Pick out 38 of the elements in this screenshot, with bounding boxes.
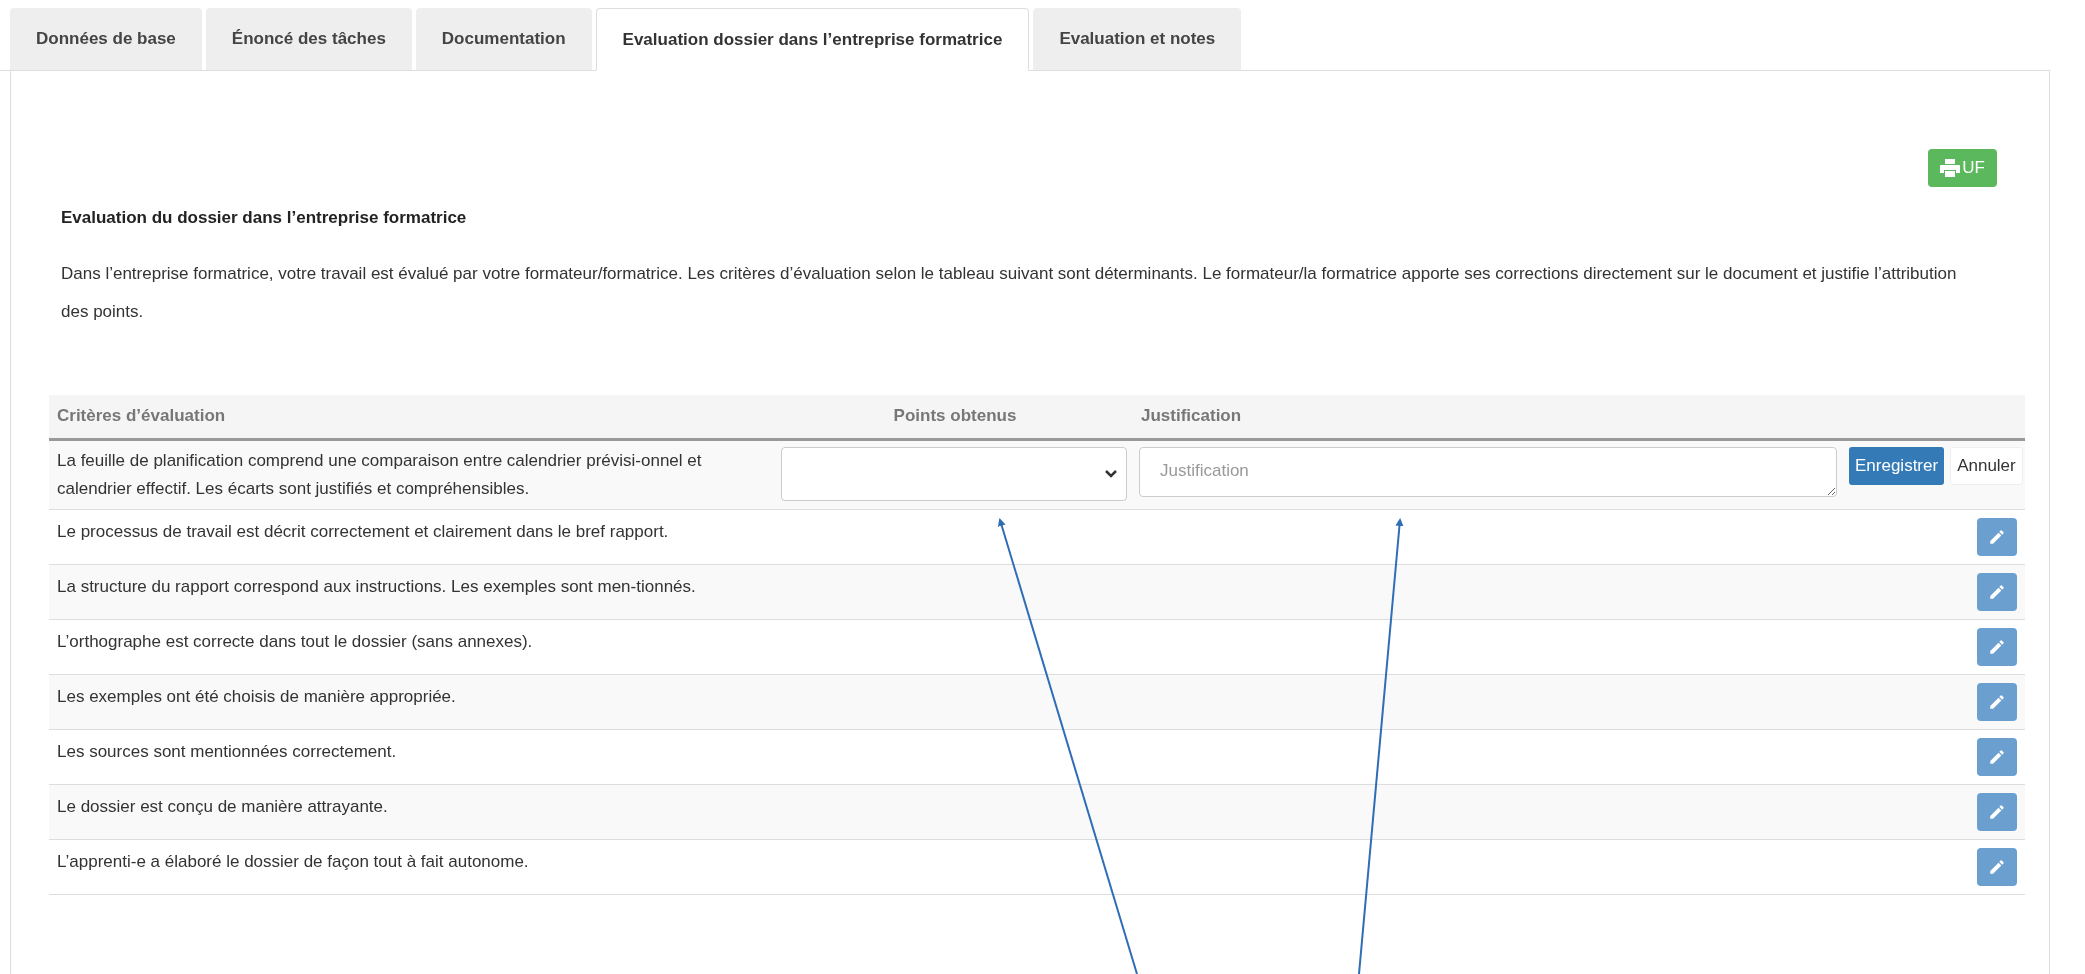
pencil-icon [1988, 747, 2006, 766]
tab[interactable]: Données de base [10, 8, 202, 70]
justification-field[interactable]: Justification [1139, 446, 1837, 497]
column-header: Critères d’évaluation [56, 405, 227, 428]
section-text: Dans l’entreprise formatrice, votre travail est évalué par votre formateur/formatrice. Les critères d’évaluation selon le tableau suivant sont déterminants. Le formateur/la formatrice apporte ses corrections directement sur le document et justifie l’attribution des points. [61, 262, 1958, 323]
pencil-icon [1988, 857, 2006, 876]
tab[interactable]: Evaluation dossier dans l’entreprise formatrice [595, 8, 1030, 71]
criterion-text: La structure du rapport correspond aux instructions. Les exemples sont men-tionnés. [57, 576, 696, 596]
criterion-text: L’orthographe est correcte dans tout le dossier (sans annexes). [57, 631, 533, 651]
save-button[interactable]: Enregistrer [1849, 446, 1945, 485]
edit-button[interactable] [1977, 737, 2017, 776]
pencil-icon [1988, 527, 2006, 546]
edit-button[interactable] [1977, 847, 2017, 886]
tab[interactable]: Evaluation et notes [1033, 8, 1242, 70]
pencil-icon [1988, 692, 2006, 711]
pencil-icon [1988, 802, 2006, 821]
edit-button[interactable] [1977, 517, 2017, 556]
edit-button[interactable] [1977, 682, 2017, 721]
criterion-text: L’apprenti-e a élaboré le dossier de façon tout à fait autonome. [57, 851, 529, 871]
chevron-down-icon [1104, 468, 1118, 479]
criterion-text: Les sources sont mentionnées correctement. [57, 741, 397, 761]
criterion-text: La feuille de planification comprend une comparaison entre calendrier prévisi-onnel et calendrier effectif. Les écarts sont justifiés et compréhensibles. [57, 450, 702, 498]
edit-button[interactable] [1977, 792, 2017, 831]
criterion-text: Le dossier est conçu de manière attrayante. [57, 796, 388, 816]
tab[interactable]: Documentation [415, 8, 592, 70]
edit-button[interactable] [1977, 627, 2017, 666]
column-header: Points obtenus [892, 405, 1018, 428]
criterion-text: Les exemples ont été choisis de manière appropriée. [57, 686, 456, 706]
criterion-text: Le processus de travail est décrit correctement et clairement dans le bref rapport. [57, 521, 669, 541]
cancel-button[interactable]: Annuler [1950, 446, 2023, 485]
pencil-icon [1988, 582, 2006, 601]
pencil-icon [1988, 637, 2006, 656]
tab[interactable]: Énoncé des tâches [205, 8, 412, 70]
edit-button[interactable] [1977, 572, 2017, 611]
section-title: Evaluation du dossier dans l’entreprise formatrice [61, 207, 468, 229]
points-select[interactable] [781, 446, 1127, 501]
printer-icon [1940, 159, 1961, 177]
column-header: Justification [1140, 405, 1242, 428]
